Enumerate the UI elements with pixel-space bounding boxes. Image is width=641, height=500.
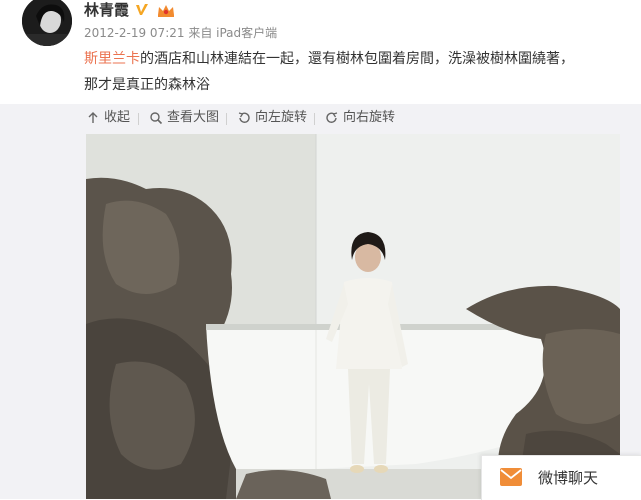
photo-frame	[0, 132, 641, 499]
collapse-label: 收起	[104, 110, 131, 125]
post-meta: 2012-2-19 07:21 来自 iPad客户端	[84, 25, 277, 41]
rotate-left-label: 向左旋转	[255, 110, 308, 125]
verified-icon	[136, 4, 148, 15]
weibo-post: 林青霞 2012-2-19 07:21 来自 iPad客户端 斯里兰卡的酒店和山…	[0, 0, 641, 105]
chat-label: 微博聊天	[538, 469, 599, 487]
rotate-left-icon	[238, 112, 250, 123]
rotate-right-button[interactable]: 向右旋转	[325, 108, 395, 128]
rotate-right-label: 向右旋转	[343, 110, 396, 125]
toolbar-divider	[226, 113, 227, 125]
envelope-icon	[500, 468, 522, 486]
view-large-label: 查看大图	[167, 110, 220, 125]
vip-crown-icon[interactable]	[156, 2, 176, 18]
weibo-chat-widget[interactable]: 微博聊天	[481, 455, 641, 500]
collapse-button[interactable]: 收起	[86, 108, 130, 128]
toolbar-divider	[138, 113, 139, 125]
username[interactable]: 林青霞	[84, 0, 129, 20]
post-text-line2: 那才是真正的森林浴	[84, 77, 210, 93]
magnifier-icon	[150, 112, 163, 125]
post-text: 斯里兰卡的酒店和山林連結在一起，還有樹林包圍着房間，洗澡被樹林圍繞著， 那才是真…	[84, 46, 624, 98]
post-source: 来自 iPad客户端	[188, 26, 278, 40]
collapse-arrow-icon	[88, 112, 98, 123]
image-toolbar: 收起 查看大图 向左旋转 向右旋转	[0, 104, 641, 132]
post-timestamp[interactable]: 2012-2-19 07:21	[84, 26, 185, 40]
topic-link[interactable]: 斯里兰卡	[84, 51, 140, 67]
post-photo[interactable]	[86, 134, 620, 499]
rotate-left-button[interactable]: 向左旋转	[237, 108, 307, 128]
view-large-button[interactable]: 查看大图	[149, 108, 219, 128]
avatar[interactable]	[22, 0, 72, 46]
rotate-right-icon	[326, 112, 338, 123]
toolbar-divider	[314, 113, 315, 125]
post-text-line1: 的酒店和山林連結在一起，還有樹林包圍着房間，洗澡被樹林圍繞著，	[140, 51, 574, 67]
